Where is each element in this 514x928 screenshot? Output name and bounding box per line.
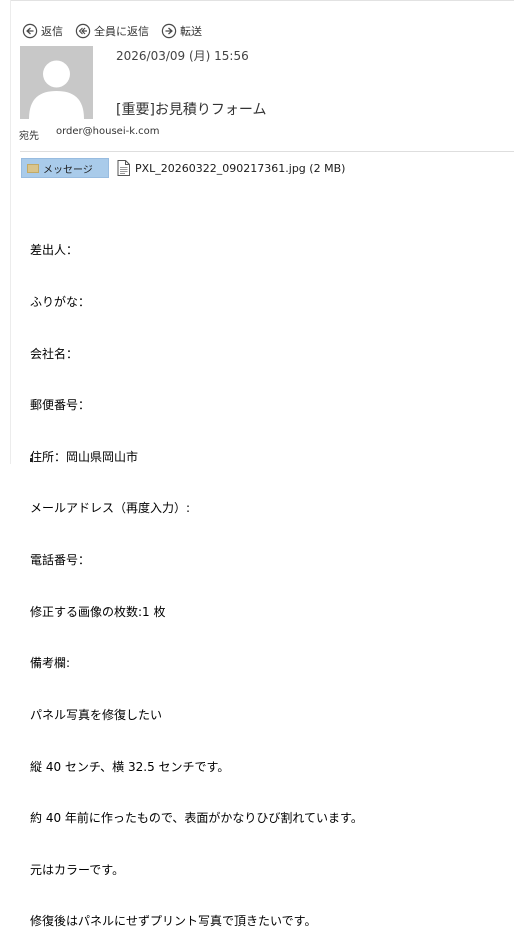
message-body: 差出人： ふりがな： 会社名： 郵便番号： 住所：岡山県岡山市 メールアドレス（… — [30, 208, 363, 928]
forward-label: 転送 — [180, 25, 202, 38]
tab-message-label: メッセージ — [43, 164, 93, 176]
attachment-file[interactable]: PXL_20260322_090217361.jpg (2 MB) — [117, 158, 345, 178]
body-line: 修正する画像の枚数:1 枚 — [30, 604, 166, 619]
reply-all-icon — [75, 23, 91, 39]
avatar-silhouette-icon — [20, 46, 93, 119]
attachment-label: PXL_20260322_090217361.jpg (2 MB) — [135, 161, 346, 175]
envelope-icon — [27, 163, 39, 173]
body-line: 修復後はパネルにせずプリント写真で頂きたいです。 — [30, 914, 317, 928]
to-address[interactable]: order@housei-k.com — [56, 126, 160, 137]
body-line: 備考欄: — [30, 656, 71, 671]
reply-icon — [22, 23, 38, 39]
reply-all-button[interactable]: 全員に返信 — [75, 23, 149, 39]
message-subject: [重要]お見積りフォーム — [116, 102, 267, 118]
header-divider — [20, 151, 514, 152]
forward-icon — [161, 23, 177, 39]
action-toolbar: 返信 全員に返信 転送 — [22, 22, 214, 40]
body-line: 約 40 年前に作ったもので、表面がかなりひび割れています。 — [30, 811, 363, 826]
reply-all-label: 全員に返信 — [94, 25, 149, 38]
forward-button[interactable]: 転送 — [161, 23, 202, 39]
sender-avatar — [20, 46, 93, 119]
tab-message[interactable]: メッセージ — [21, 158, 109, 178]
message-date: 2026/03/09 (月) 15:56 — [116, 49, 249, 63]
body-line: 会社名： — [30, 346, 79, 361]
top-border — [10, 0, 514, 1]
text-cursor — [30, 458, 32, 462]
body-line: 元はカラーです。 — [30, 862, 125, 877]
body-line: メールアドレス（再度入力）: — [30, 501, 191, 516]
reply-button[interactable]: 返信 — [22, 23, 63, 39]
body-line: 縦 40 センチ、横 32.5 センチです。 — [30, 759, 230, 774]
body-line: 住所：岡山県岡山市 — [30, 449, 139, 464]
reply-label: 返信 — [41, 25, 63, 38]
body-line: パネル写真を修復したい — [30, 707, 163, 722]
body-line: 電話番号： — [30, 553, 91, 568]
left-border — [10, 0, 11, 464]
body-line: 差出人： — [30, 243, 79, 258]
body-line: 郵便番号： — [30, 398, 91, 413]
body-line: ふりがな： — [30, 295, 91, 310]
to-label: 宛先 — [19, 131, 39, 142]
document-icon — [117, 160, 130, 176]
